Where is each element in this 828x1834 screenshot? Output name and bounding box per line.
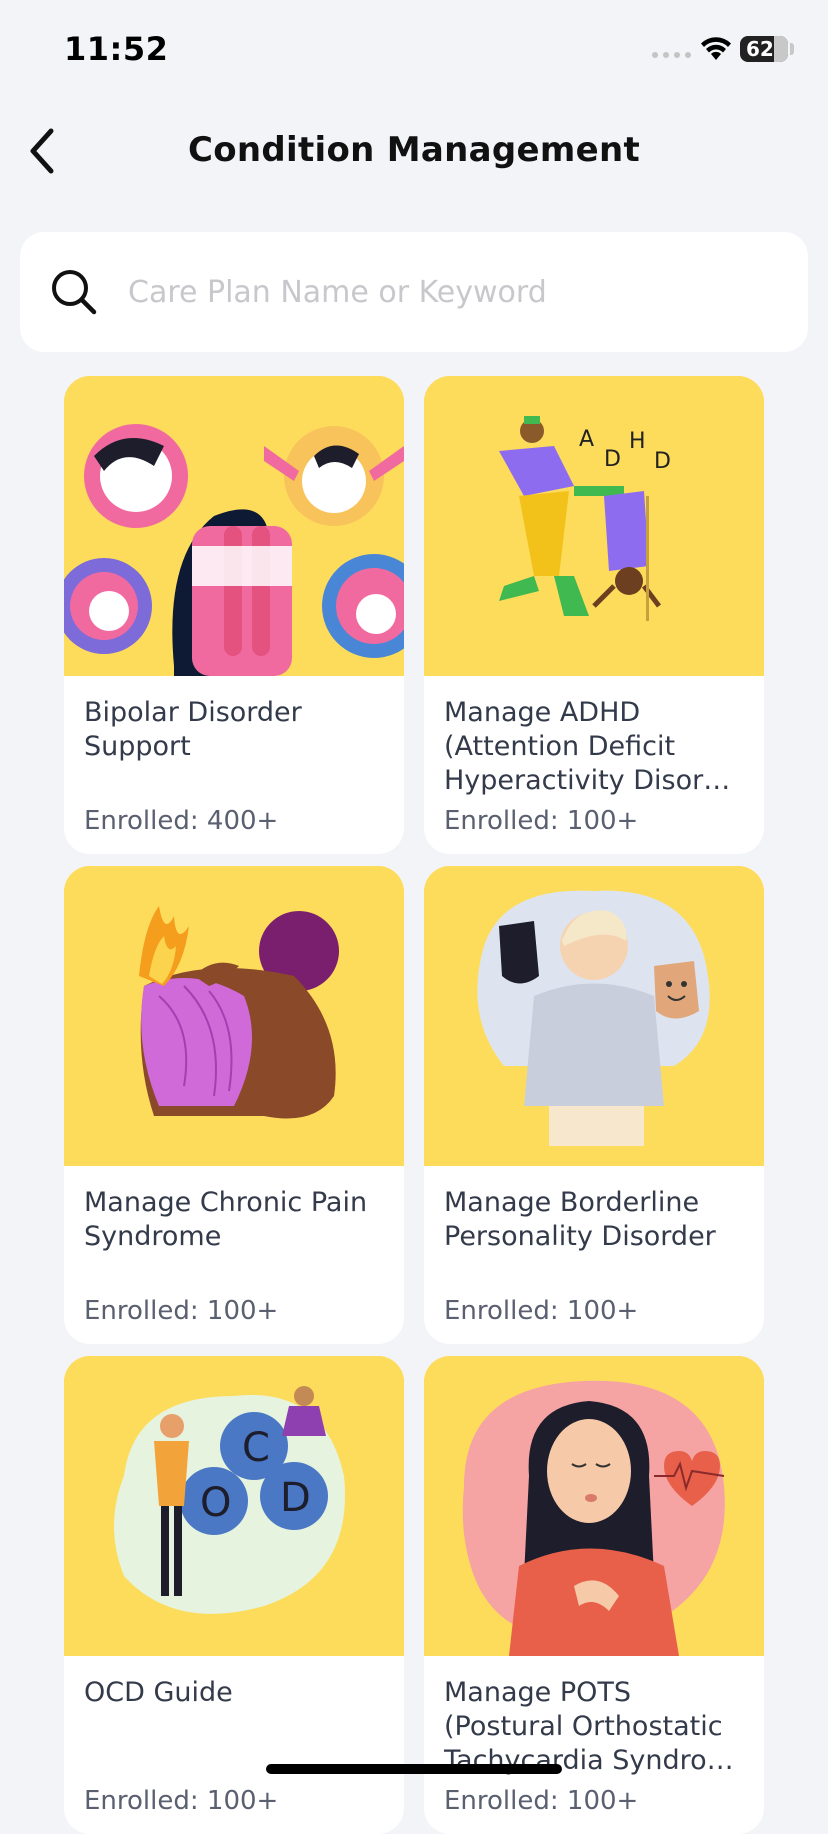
enrolled-count: Enrolled: 400+ (84, 806, 279, 836)
care-plan-card[interactable]: Bipolar Disorder Support Enrolled: 400+ (64, 376, 404, 854)
search-input[interactable] (126, 273, 770, 311)
battery-nub (790, 43, 794, 55)
art-letter: O (200, 1480, 231, 1526)
battery-level: 62 (746, 37, 774, 61)
care-plan-grid: Bipolar Disorder Support Enrolled: 400+ … (64, 376, 764, 1834)
art-letter: D (280, 1475, 311, 1521)
care-plan-title: Manage POTS (Postural Orthostatic Tachyc… (444, 1677, 734, 1776)
care-plan-card[interactable]: Manage Borderline Personality Disorder E… (424, 866, 764, 1344)
art-letter: D (604, 447, 621, 472)
search-bar[interactable] (20, 232, 808, 352)
care-plan-title: Bipolar Disorder Support (84, 697, 302, 762)
navigation-bar: Condition Management (0, 110, 828, 190)
care-plan-title: OCD Guide (84, 1677, 233, 1708)
pots-illustration (424, 1356, 764, 1656)
care-plan-card[interactable]: C O D OCD Guide Enrolled: 100+ (64, 1356, 404, 1834)
art-letter: H (629, 429, 646, 454)
adhd-illustration: A D H D (424, 376, 764, 676)
borderline-illustration (424, 866, 764, 1166)
bipolar-illustration (64, 376, 404, 676)
home-indicator[interactable] (266, 1764, 562, 1774)
enrolled-count: Enrolled: 100+ (84, 1296, 279, 1326)
art-letter: C (242, 1425, 270, 1471)
battery-icon: 62 (740, 36, 788, 62)
search-icon (52, 270, 97, 315)
status-time: 11:52 (64, 30, 169, 68)
care-plan-title: Manage Borderline Personality Disorder (444, 1187, 716, 1252)
care-plan-card[interactable]: A D H D Manage ADHD (Attention Deficit H… (424, 376, 764, 854)
cellular-signal-icon (652, 52, 691, 58)
art-letter: A (579, 427, 594, 452)
art-letter: D (654, 449, 671, 474)
enrolled-count: Enrolled: 100+ (444, 806, 639, 836)
page-title: Condition Management (187, 130, 641, 170)
care-plan-title: Manage ADHD (Attention Deficit Hyperacti… (444, 697, 731, 796)
enrolled-count: Enrolled: 100+ (444, 1786, 639, 1816)
enrolled-count: Enrolled: 100+ (444, 1296, 639, 1326)
ocd-illustration: C O D (64, 1356, 404, 1656)
wifi-icon (701, 37, 731, 60)
care-plan-title: Manage Chronic Pain Syndrome (84, 1187, 368, 1252)
care-plan-card[interactable]: Manage Chronic Pain Syndrome Enrolled: 1… (64, 866, 404, 1344)
status-bar: 11:52 62 (0, 0, 828, 100)
chronic-pain-illustration (64, 866, 404, 1166)
enrolled-count: Enrolled: 100+ (84, 1786, 279, 1816)
care-plan-card[interactable]: Manage POTS (Postural Orthostatic Tachyc… (424, 1356, 764, 1834)
